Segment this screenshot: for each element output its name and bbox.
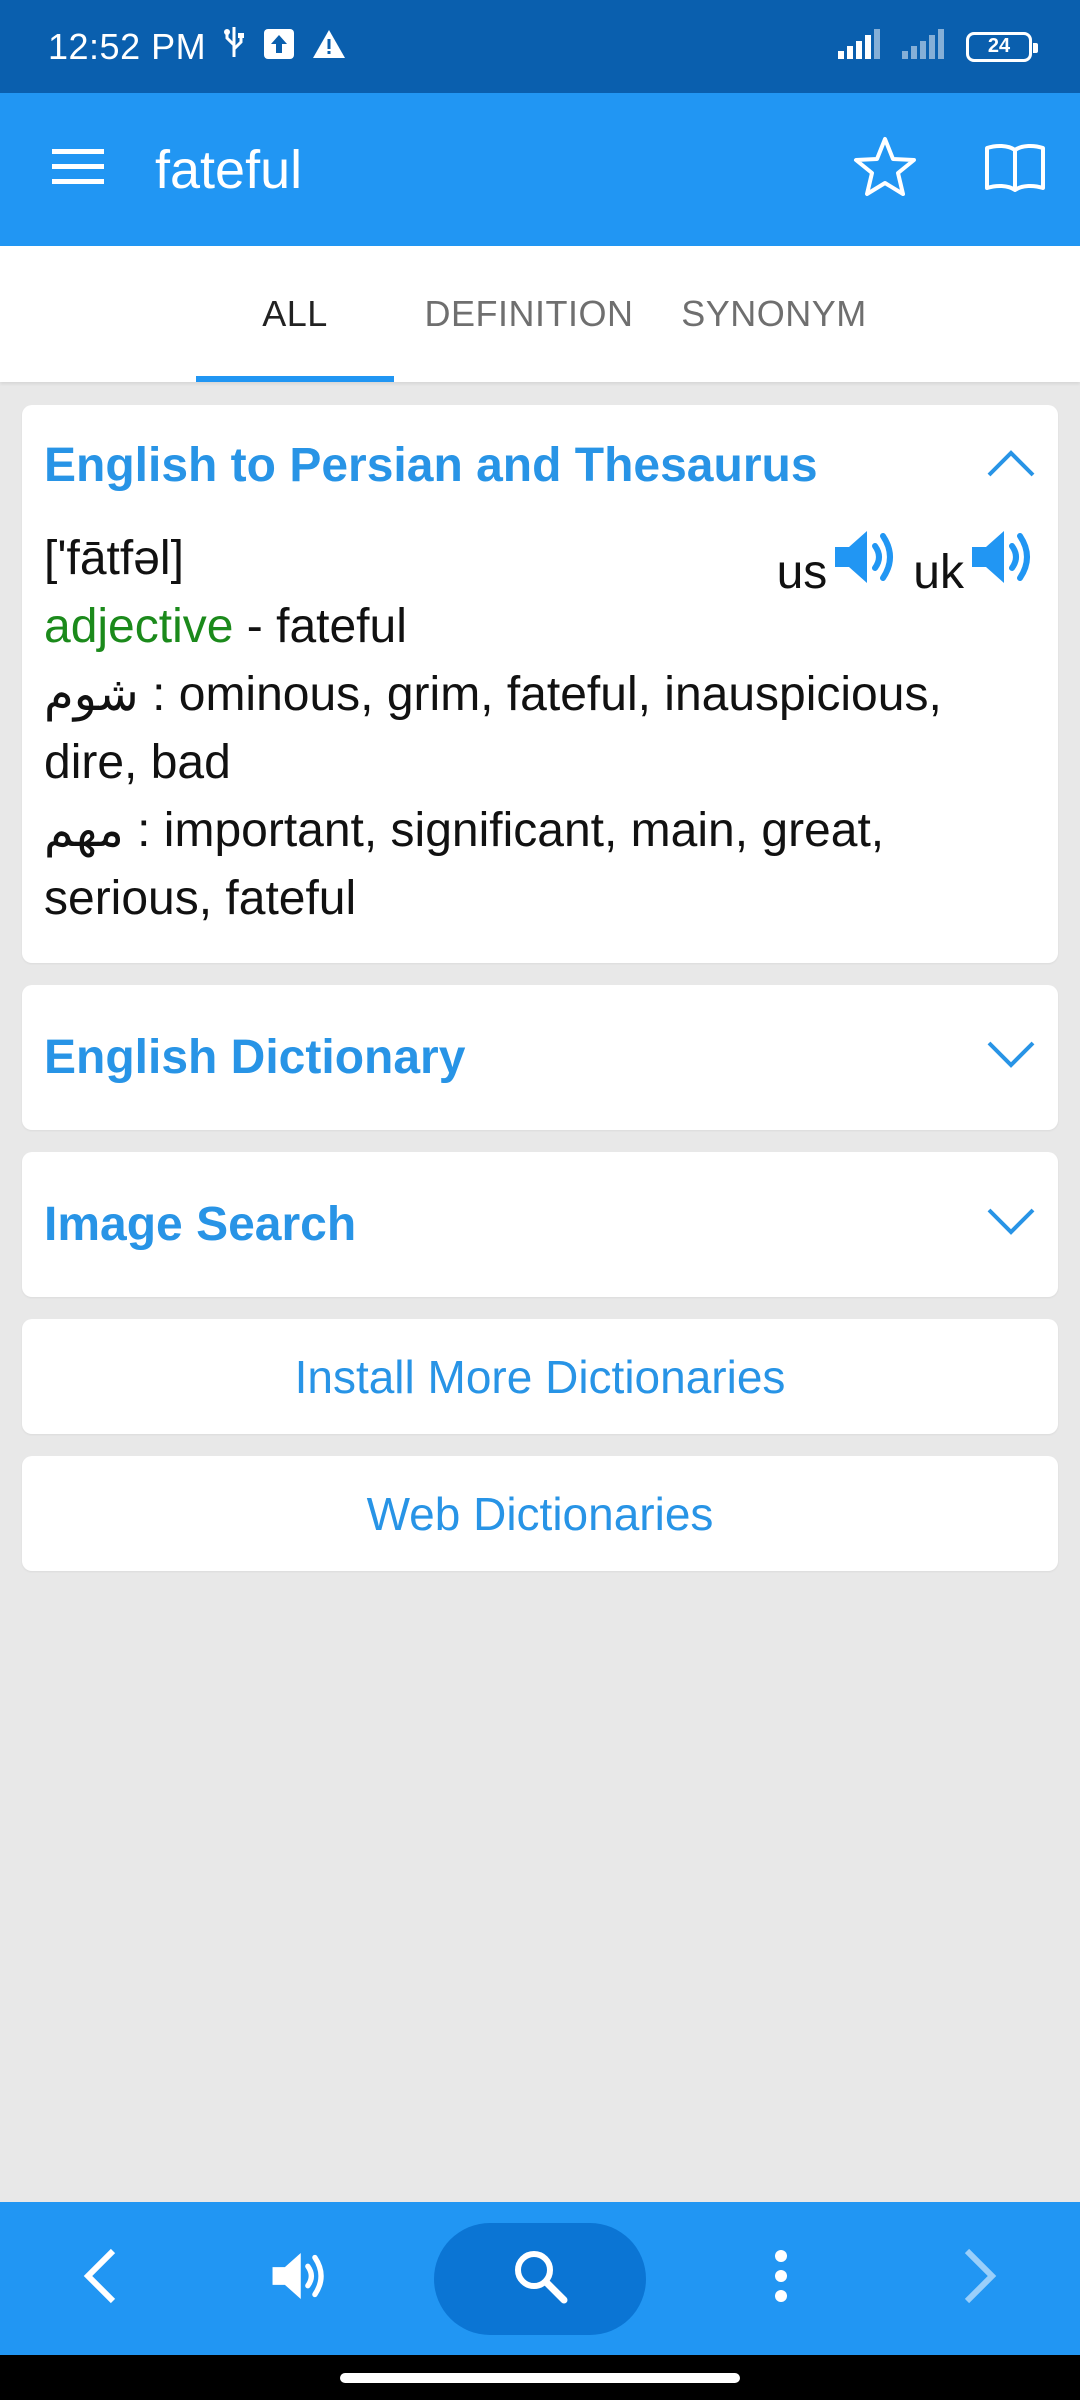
system-navigation-bar (0, 2355, 1080, 2400)
image-search-card[interactable]: Image Search (22, 1152, 1058, 1297)
search-icon (510, 2246, 570, 2311)
hamburger-icon (51, 147, 104, 192)
more-vert-icon (774, 2249, 788, 2308)
chevron-up-icon[interactable] (986, 448, 1036, 483)
card-header[interactable]: Image Search (22, 1152, 1058, 1297)
bottom-toolbar (0, 2202, 1080, 2355)
pronunciation-audio: us uk (777, 515, 1036, 607)
part-of-speech-word: - fateful (233, 600, 407, 653)
card-body: us uk ['fātfəl] adjective - fateful شوم … (22, 525, 1058, 963)
tab-bar: ALL DEFINITION SYNONYM (0, 246, 1080, 382)
upload-icon (264, 26, 295, 68)
tab-definition[interactable]: DEFINITION (394, 246, 664, 382)
part-of-speech: adjective (44, 600, 234, 653)
more-options-button[interactable] (716, 2214, 846, 2344)
card-title: Image Search (44, 1198, 357, 1251)
translation-line-2: مهم : important, significant, main, grea… (44, 797, 1036, 933)
speaker-icon (968, 526, 1036, 607)
chevron-left-icon (83, 2248, 117, 2309)
translation-line-1: شوم : ominous, grim, fateful, inauspicio… (44, 661, 1036, 797)
tab-all[interactable]: ALL (196, 246, 394, 382)
web-dictionaries-button[interactable]: Web Dictionaries (22, 1456, 1058, 1571)
audio-us-label: us (776, 546, 828, 599)
warning-icon (312, 26, 346, 68)
install-more-dictionaries-button[interactable]: Install More Dictionaries (22, 1319, 1058, 1434)
signal-icon-2 (902, 26, 952, 68)
status-time: 12:52 PM (48, 25, 207, 67)
persian-word: مهم (44, 804, 124, 857)
battery-icon: 24 (966, 31, 1038, 62)
speaker-icon (269, 2248, 329, 2309)
english-dictionary-card[interactable]: English Dictionary (22, 985, 1058, 1130)
audio-uk-label: uk (913, 546, 964, 599)
persian-thesaurus-card: English to Persian and Thesaurus us uk [… (22, 405, 1058, 963)
speaker-icon (831, 526, 899, 607)
chevron-right-icon (963, 2248, 997, 2309)
persian-word: شوم (44, 668, 139, 721)
audio-uk-button[interactable]: uk (913, 515, 1036, 607)
synonyms-text: : ominous, grim, fateful, inauspicious, … (44, 668, 942, 789)
app-bar: fateful (0, 93, 1080, 246)
home-indicator[interactable] (340, 2372, 740, 2383)
synonyms-text: : important, significant, main, great, s… (44, 804, 885, 925)
status-icons-right: 24 (838, 26, 1038, 68)
card-title: English to Persian and Thesaurus (44, 438, 818, 492)
back-button[interactable] (35, 2214, 165, 2344)
results-content: English to Persian and Thesaurus us uk [… (22, 405, 1058, 1593)
dictionary-button[interactable] (950, 93, 1080, 246)
chevron-down-icon[interactable] (986, 1207, 1036, 1242)
search-button[interactable] (433, 2222, 646, 2335)
forward-button[interactable] (915, 2214, 1045, 2344)
card-header[interactable]: English to Persian and Thesaurus (22, 405, 1058, 525)
search-word-title[interactable]: fateful (155, 139, 820, 201)
speak-button[interactable] (234, 2214, 364, 2344)
tab-synonym[interactable]: SYNONYM (664, 246, 884, 382)
chevron-down-icon[interactable] (986, 1040, 1036, 1075)
signal-icon (838, 26, 888, 68)
status-bar: 12:52 PM 24 (0, 0, 1080, 93)
card-title: English Dictionary (44, 1031, 466, 1084)
card-header[interactable]: English Dictionary (22, 985, 1058, 1130)
audio-us-button[interactable]: us (777, 515, 900, 607)
star-icon (853, 136, 917, 203)
book-icon (984, 142, 1046, 197)
favorite-button[interactable] (820, 93, 950, 246)
menu-button[interactable] (0, 93, 155, 246)
usb-icon (222, 25, 246, 68)
status-icons-left (222, 25, 346, 68)
